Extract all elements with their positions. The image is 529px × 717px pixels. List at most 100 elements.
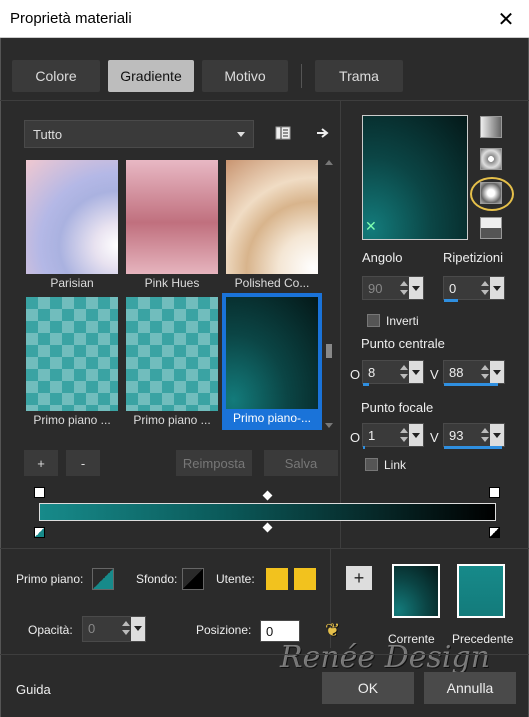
center-h-value: 8 [368,365,376,380]
angle-stepper[interactable]: 90 [362,276,424,300]
user-label: Utente: [216,572,255,586]
focal-h-value: 1 [368,428,376,443]
chevron-down-icon[interactable] [409,424,423,446]
chevron-down-icon[interactable] [490,277,504,299]
center-h-label: O [350,367,361,382]
add-gradient-button[interactable]: + [24,450,58,476]
gradient-item-pink-hues[interactable]: Pink Hues [124,158,220,294]
invert-checkbox[interactable] [367,314,380,327]
tab-colore[interactable]: Colore [12,60,100,92]
background-label: Sfondo: [136,572,178,586]
stepper-arrows-icon[interactable] [480,279,490,297]
gradient-label: Primo piano-... [232,411,312,425]
opacity-stepper[interactable]: 0 [82,616,146,642]
focal-h-label: O [350,430,361,445]
user-color-swatch[interactable] [294,568,316,590]
link-checkbox[interactable] [365,458,378,471]
opacity-value: 0 [88,621,96,636]
selection-highlight [470,177,514,211]
cancel-button[interactable]: Annulla [424,672,516,704]
category-dropdown[interactable]: Tutto [24,120,254,148]
repeats-stepper[interactable]: 0 [443,276,505,302]
position-input[interactable]: 0 [260,620,300,642]
gradient-list-scrollbar[interactable] [324,158,334,430]
chevron-down-icon [237,132,245,137]
chevron-down-icon[interactable] [490,361,504,383]
gradient-swatch [26,160,118,274]
tab-motivo[interactable]: Motivo [202,60,288,92]
invert-label: Inverti [386,314,419,328]
stepper-arrows-icon[interactable] [399,279,409,297]
sunburst-icon[interactable] [480,217,502,239]
tab-gradiente[interactable]: Gradiente [108,60,194,92]
divider [0,100,529,101]
chevron-down-icon[interactable] [409,277,423,299]
chevron-down-icon[interactable] [131,617,145,641]
center-v-stepper[interactable]: 88 [443,360,505,386]
gradient-swatch [126,160,218,274]
focal-v-stepper[interactable]: 93 [443,423,505,449]
tab-trama[interactable]: Trama [315,60,403,92]
center-v-value: 88 [449,365,464,380]
background-stop-icon[interactable] [489,527,500,538]
user-color-swatch[interactable] [266,568,288,590]
focal-h-stepper[interactable]: 1 [362,423,424,449]
foreground-swatch[interactable] [92,568,114,590]
repeats-label: Ripetizioni [443,250,503,265]
help-link[interactable]: Guida [16,682,51,697]
stepper-arrows-icon[interactable] [121,619,131,637]
repeats-value: 0 [449,281,457,296]
ok-button[interactable]: OK [322,672,414,704]
stepper-arrows-icon[interactable] [480,426,490,444]
gradient-item-polished-copper[interactable]: Polished Co... [224,158,320,294]
top-right-stop-icon[interactable] [489,487,500,498]
gradient-editor-bar[interactable] [39,503,496,521]
focal-point-label: Punto focale [361,400,434,415]
chevron-down-icon[interactable] [409,361,423,383]
gradient-label: Parisian [50,276,94,290]
gradient-swatch [226,160,318,274]
scroll-down-icon[interactable] [325,423,333,428]
value-bar [363,446,365,449]
save-button[interactable]: Salva [264,450,338,476]
opacity-label: Opacità: [28,623,73,637]
value-bar [444,446,502,449]
add-swatch-button[interactable]: + [346,566,372,590]
focal-point-crosshair-icon[interactable]: ✕ [365,218,377,235]
stepper-arrows-icon[interactable] [399,363,409,381]
background-swatch[interactable] [182,568,204,590]
position-label: Posizione: [196,623,252,637]
gradient-item-primo-piano-1[interactable]: Primo piano ... [24,295,120,431]
center-v-label: V [430,367,439,382]
gradient-item-parisian[interactable]: Parisian [24,158,120,294]
remove-gradient-button[interactable]: - [66,450,100,476]
watermark-text: Renée Design [280,640,491,675]
value-bar [363,383,369,386]
chevron-down-icon[interactable] [490,424,504,446]
angle-label: Angolo [362,250,403,265]
top-left-stop-icon[interactable] [34,487,45,498]
window-title: Proprietà materiali [10,10,132,27]
gradient-preview[interactable]: ✕ [362,115,468,240]
center-h-stepper[interactable]: 8 [362,360,424,386]
scroll-up-icon[interactable] [325,160,333,165]
arrow-right-icon[interactable] [312,122,334,144]
focal-v-label: V [430,430,439,445]
gradient-label: Polished Co... [234,276,310,290]
close-button[interactable]: ✕ [491,4,521,34]
stepper-arrows-icon[interactable] [480,363,490,381]
link-label: Link [384,458,407,472]
gradient-label: Primo piano ... [133,413,211,427]
previous-swatch[interactable] [457,564,505,618]
reset-button[interactable]: Reimposta [176,450,252,476]
scroll-thumb[interactable] [326,344,332,358]
foreground-stop-icon[interactable] [34,527,45,538]
gradient-item-primo-piano-2[interactable]: Primo piano ... [124,295,220,431]
stepper-arrows-icon[interactable] [399,426,409,444]
butterfly-icon: ❦ [325,620,341,641]
gradient-item-primo-piano-3[interactable]: Primo piano-... [222,293,322,430]
linear-icon[interactable] [480,116,502,138]
rectangular-icon[interactable] [480,148,502,170]
gradient-swatch [226,297,318,409]
library-icon[interactable] [272,122,294,144]
